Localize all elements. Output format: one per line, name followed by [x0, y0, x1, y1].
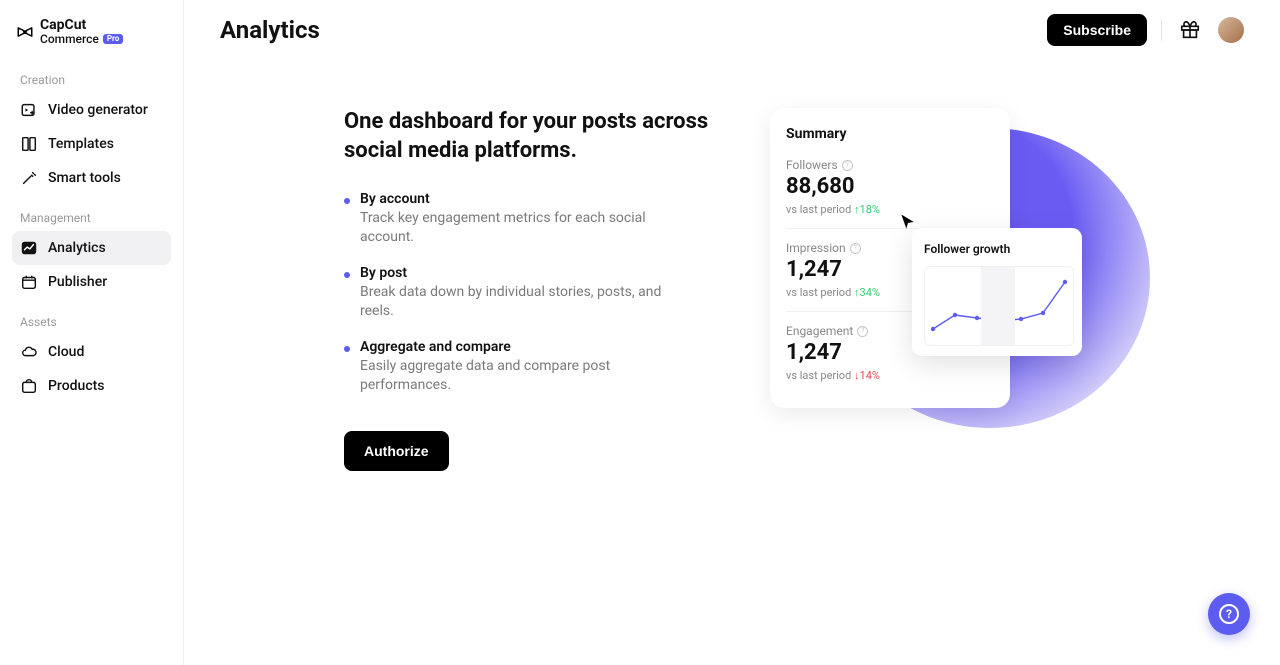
templates-icon [20, 135, 38, 153]
sidebar-item-smart-tools[interactable]: Smart tools [12, 161, 171, 195]
metric-followers: Followers ? 88,680 vs last period ↑18% [786, 158, 994, 228]
growth-card: Follower growth [912, 228, 1082, 356]
bullet-dot-icon [344, 272, 350, 278]
section-label-management: Management [12, 205, 171, 231]
bullet-by-post: By post Break data down by individual st… [344, 265, 740, 321]
compare-prefix: vs last period [786, 203, 851, 216]
metric-change: ↑34% [854, 286, 880, 299]
hero-heading: One dashboard for your posts across soci… [344, 108, 740, 165]
metric-label: Impression [786, 241, 846, 255]
video-generator-icon [20, 101, 38, 119]
bullet-dot-icon [344, 346, 350, 352]
bullet-title: By account [360, 191, 680, 207]
bullet-dot-icon [344, 198, 350, 204]
topbar: Analytics Subscribe [220, 0, 1244, 60]
info-icon: ? [857, 326, 868, 337]
help-fab[interactable]: ? [1208, 593, 1250, 635]
capcut-logo-icon [16, 23, 34, 41]
compare-prefix: vs last period [786, 369, 851, 382]
growth-title: Follower growth [924, 242, 1072, 256]
bullet-desc: Track key engagement metrics for each so… [360, 209, 680, 247]
sidebar-item-label: Templates [48, 136, 114, 152]
hero-text: One dashboard for your posts across soci… [344, 108, 740, 471]
sidebar-item-publisher[interactable]: Publisher [12, 265, 171, 299]
divider [1161, 19, 1162, 41]
chart-highlight-band [981, 267, 1015, 345]
main: Analytics Subscribe One dashboard for yo… [184, 0, 1280, 665]
bullet-desc: Break data down by individual stories, p… [360, 283, 680, 321]
preview-illustration: Summary Followers ? 88,680 vs last perio… [770, 108, 1190, 488]
metric-change: ↓14% [854, 369, 880, 382]
products-icon [20, 377, 38, 395]
avatar[interactable] [1218, 17, 1244, 43]
brand-logo[interactable]: CapCut Commerce Pro [12, 18, 171, 45]
growth-chart [924, 266, 1074, 346]
sidebar: CapCut Commerce Pro Creation Video gener… [0, 0, 184, 665]
metric-label: Followers [786, 158, 838, 172]
help-icon: ? [1219, 604, 1239, 624]
summary-title: Summary [786, 126, 994, 142]
bullet-by-account: By account Track key engagement metrics … [344, 191, 740, 247]
cursor-pointer-icon [898, 212, 918, 236]
publisher-icon [20, 273, 38, 291]
sidebar-item-label: Products [48, 378, 105, 394]
bullet-title: Aggregate and compare [360, 339, 680, 355]
bullet-title: By post [360, 265, 680, 281]
sidebar-item-analytics[interactable]: Analytics [12, 231, 171, 265]
info-icon: ? [850, 243, 861, 254]
section-label-assets: Assets [12, 309, 171, 335]
pro-badge: Pro [103, 34, 123, 44]
metric-change: ↑18% [854, 203, 880, 216]
smart-tools-icon [20, 169, 38, 187]
sidebar-item-products[interactable]: Products [12, 369, 171, 403]
section-label-creation: Creation [12, 67, 171, 93]
brand-line1: CapCut [40, 18, 123, 33]
page-title: Analytics [220, 16, 320, 44]
sidebar-item-label: Smart tools [48, 170, 121, 186]
metric-label: Engagement [786, 324, 853, 338]
sidebar-item-label: Video generator [48, 102, 148, 118]
bullet-aggregate: Aggregate and compare Easily aggregate d… [344, 339, 740, 395]
info-icon: ? [842, 160, 853, 171]
bullet-desc: Easily aggregate data and compare post p… [360, 357, 680, 395]
brand-line2: Commerce [40, 33, 99, 46]
gift-icon[interactable] [1176, 16, 1204, 44]
sidebar-item-cloud[interactable]: Cloud [12, 335, 171, 369]
sidebar-item-label: Publisher [48, 274, 107, 290]
authorize-button[interactable]: Authorize [344, 431, 449, 471]
compare-prefix: vs last period [786, 286, 851, 299]
sidebar-item-video-generator[interactable]: Video generator [12, 93, 171, 127]
cloud-icon [20, 343, 38, 361]
subscribe-button[interactable]: Subscribe [1047, 14, 1147, 46]
metric-value: 88,680 [786, 174, 994, 199]
sidebar-item-label: Analytics [48, 240, 106, 256]
analytics-icon [20, 239, 38, 257]
sidebar-item-templates[interactable]: Templates [12, 127, 171, 161]
sidebar-item-label: Cloud [48, 344, 84, 360]
